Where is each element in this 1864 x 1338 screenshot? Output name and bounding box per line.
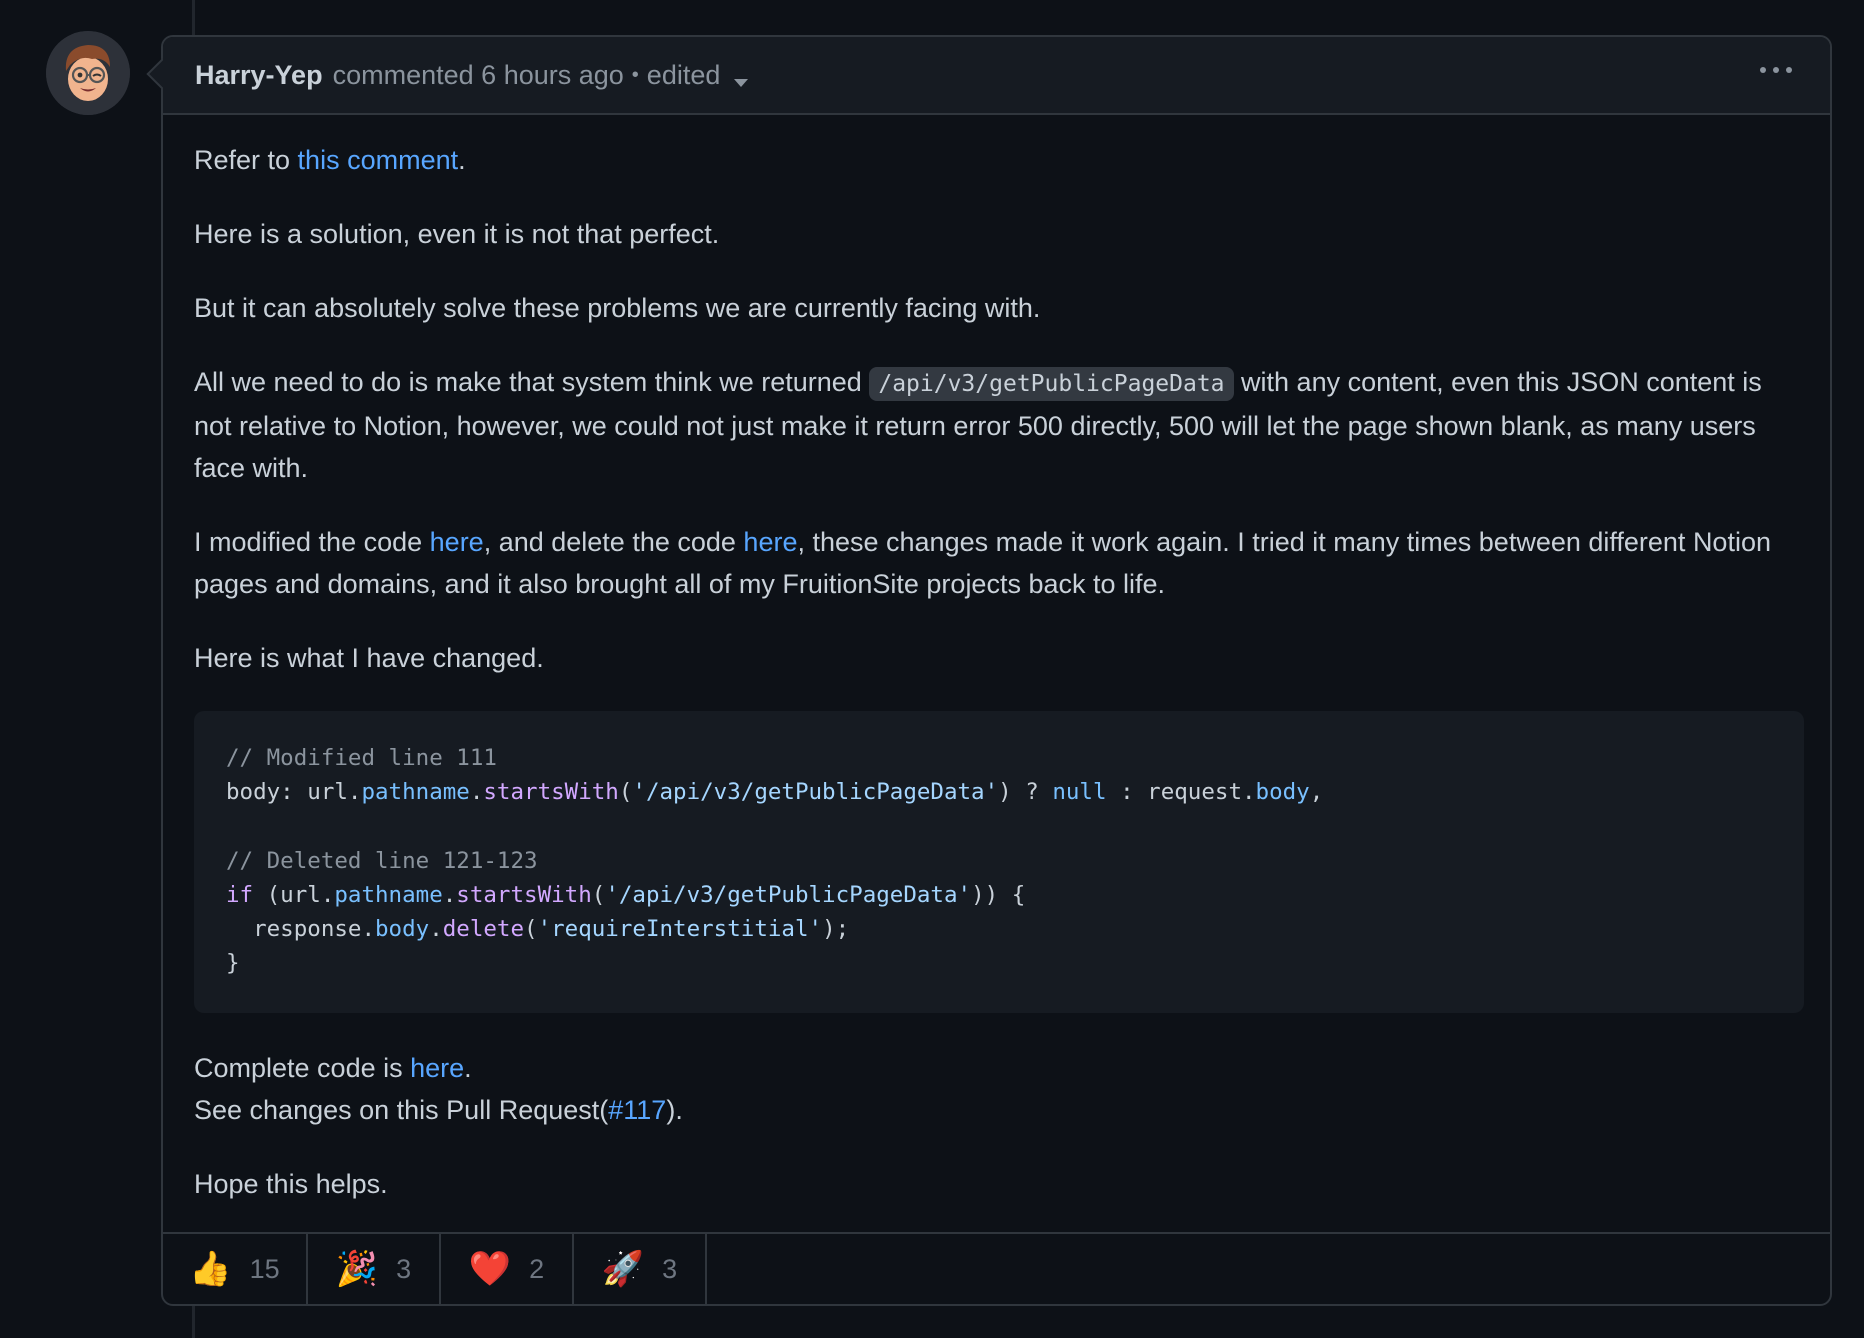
heart-icon: ❤️ bbox=[468, 1249, 512, 1289]
code-token: . bbox=[469, 779, 484, 806]
kebab-dot-icon bbox=[1773, 67, 1779, 73]
edited-dropdown[interactable]: edited bbox=[647, 60, 749, 91]
code-token: 'requireInterstitial' bbox=[537, 916, 823, 943]
code-token: . bbox=[429, 916, 443, 943]
code-token: )) { bbox=[971, 881, 1026, 908]
code-token: ) ? bbox=[998, 779, 1053, 806]
pull-request-link[interactable]: #117 bbox=[608, 1095, 666, 1125]
code-line: } bbox=[226, 950, 240, 977]
code-token: '/api/v3/getPublicPageData' bbox=[605, 881, 972, 908]
reaction-count: 3 bbox=[662, 1253, 678, 1284]
memoji-avatar-icon bbox=[46, 31, 130, 115]
text: . bbox=[464, 1053, 472, 1083]
text: I modified the code bbox=[194, 527, 430, 557]
text: ). bbox=[666, 1095, 683, 1125]
code-comment: // Deleted line 121-123 bbox=[226, 847, 538, 874]
complete-code-link[interactable]: here bbox=[410, 1053, 464, 1083]
code-comment: // Modified line 111 bbox=[226, 745, 497, 771]
avatar[interactable] bbox=[46, 31, 130, 115]
reaction-heart[interactable]: ❤️ 2 bbox=[441, 1234, 574, 1304]
paragraph-refer: Refer to this comment. bbox=[194, 139, 1800, 181]
comment-header: Harry-Yep commented 6 hours ago • edited bbox=[163, 37, 1830, 115]
party-popper-icon: 🎉 bbox=[335, 1249, 379, 1289]
text: Refer to bbox=[194, 145, 298, 175]
code-token: null bbox=[1052, 779, 1107, 806]
more-options-button[interactable] bbox=[1760, 67, 1792, 73]
paragraph-explanation: All we need to do is make that system th… bbox=[194, 361, 1800, 489]
code-line: body: url.pathname.startsWith('/api/v3/g… bbox=[226, 779, 1323, 805]
reaction-count: 3 bbox=[396, 1253, 412, 1284]
deleted-code-link[interactable]: here bbox=[743, 527, 797, 557]
comment-action: commented 6 hours ago bbox=[333, 60, 624, 91]
code-token: . bbox=[442, 881, 457, 908]
text: . bbox=[458, 145, 466, 175]
paragraph-solve: But it can absolutely solve these proble… bbox=[194, 293, 1041, 323]
reaction-rocket[interactable]: 🚀 3 bbox=[574, 1234, 707, 1304]
code-token: body bbox=[1255, 779, 1310, 806]
timestamp[interactable]: 6 hours ago bbox=[481, 60, 624, 90]
code-token: ( bbox=[524, 916, 538, 943]
rocket-icon: 🚀 bbox=[601, 1249, 645, 1289]
kebab-dot-icon bbox=[1786, 67, 1792, 73]
paragraph-modified: I modified the code here, and delete the… bbox=[194, 521, 1800, 605]
code-line: response.body.delete('requireInterstitia… bbox=[226, 916, 849, 942]
inline-code: /api/v3/getPublicPageData bbox=[869, 367, 1234, 401]
code-token: , bbox=[1309, 779, 1324, 806]
this-comment-link[interactable]: this comment bbox=[298, 145, 459, 175]
code-token: ( bbox=[618, 779, 633, 806]
code-token: pathname bbox=[361, 779, 470, 806]
reaction-count: 15 bbox=[249, 1253, 280, 1284]
comment-body: Refer to this comment. Here is a solutio… bbox=[163, 115, 1830, 1205]
paragraph-pull-request: See changes on this Pull Request(#117). bbox=[194, 1089, 1800, 1131]
edited-label: edited bbox=[646, 59, 721, 90]
text: All we need to do is make that system th… bbox=[194, 367, 870, 397]
paragraph-changed: Here is what I have changed. bbox=[194, 643, 544, 673]
code-token: (url. bbox=[253, 881, 335, 908]
reaction-hooray[interactable]: 🎉 3 bbox=[308, 1234, 441, 1304]
caret-down-icon bbox=[734, 78, 749, 87]
paragraph-hope: Hope this helps. bbox=[194, 1169, 388, 1199]
modified-code-link[interactable]: here bbox=[430, 527, 484, 557]
code-token: pathname bbox=[334, 881, 443, 908]
action-label: commented bbox=[332, 59, 474, 90]
code-token: delete bbox=[442, 916, 525, 943]
paragraph-complete-code: Complete code is here. bbox=[194, 1047, 1800, 1089]
code-block: // Modified line 111 body: url.pathname.… bbox=[194, 711, 1804, 1013]
kebab-dot-icon bbox=[1760, 67, 1766, 73]
code-token: body: url. bbox=[226, 779, 362, 806]
paragraph-solution: Here is a solution, even it is not that … bbox=[194, 219, 720, 249]
separator: • bbox=[631, 63, 639, 86]
thumbs-up-icon: 👍 bbox=[189, 1249, 232, 1289]
code-token: if bbox=[226, 881, 254, 908]
comment-box: Harry-Yep commented 6 hours ago • edited… bbox=[146, 35, 1832, 1306]
code-token: startsWith bbox=[483, 779, 619, 806]
code-token: ( bbox=[591, 881, 606, 908]
code-token: startsWith bbox=[456, 881, 592, 908]
author-link[interactable]: Harry-Yep bbox=[195, 60, 323, 91]
text: , and delete the code bbox=[483, 527, 744, 557]
code-token: response. bbox=[226, 916, 376, 943]
code-token: body bbox=[375, 916, 430, 943]
reaction-thumbs-up[interactable]: 👍 15 bbox=[163, 1234, 308, 1304]
text: Complete code is bbox=[194, 1053, 411, 1083]
code-line: if (url.pathname.startsWith('/api/v3/get… bbox=[226, 882, 1025, 908]
code-token: : request. bbox=[1106, 779, 1256, 806]
text: See changes on this Pull Request( bbox=[194, 1095, 609, 1125]
code-token: '/api/v3/getPublicPageData' bbox=[632, 779, 999, 806]
code-token: ); bbox=[822, 916, 850, 943]
reactions-bar: 👍 15 🎉 3 ❤️ 2 🚀 3 bbox=[163, 1232, 1830, 1304]
reaction-count: 2 bbox=[529, 1253, 545, 1284]
